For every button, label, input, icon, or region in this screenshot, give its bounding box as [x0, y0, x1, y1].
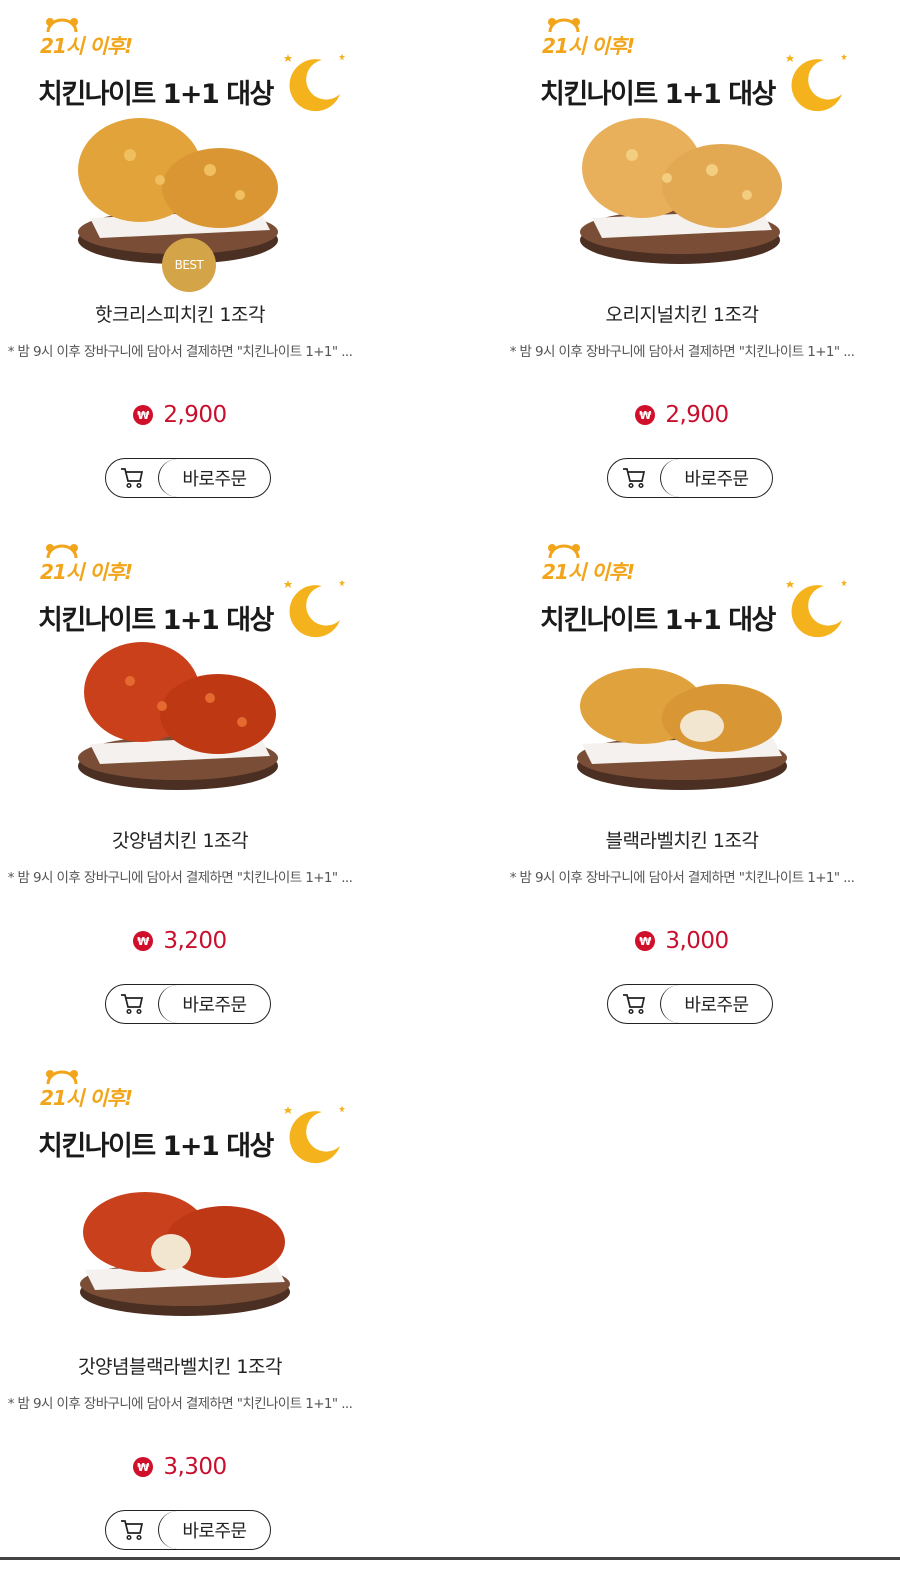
won-currency-icon: ₩ [133, 931, 154, 951]
add-to-cart-button[interactable] [106, 459, 158, 497]
product-description: * 밤 9시 이후 장바구니에 담아서 결제하면 "치킨나이트 1+1" ... [7, 344, 353, 360]
cart-icon [121, 994, 144, 1015]
product-name[interactable]: 블랙라벨치킨 1조각 [482, 826, 882, 853]
product-price: 3,000 [665, 928, 729, 954]
price-row: ₩ 3,300 [0, 1454, 380, 1480]
add-to-cart-button[interactable] [608, 459, 660, 497]
order-now-button[interactable]: 바로주문 [660, 459, 772, 497]
price-row: ₩ 3,200 [0, 928, 380, 954]
product-grid: 21시 이후! 치킨나이트 1+1 대상 BEST 핫크리스피치킨 1조각 * … [0, 0, 900, 1560]
promo-small-text: 21시 이후! [40, 34, 133, 58]
product-card[interactable]: 21시 이후! 치킨나이트 1+1 대상 갓양념치킨 1조각 * 밤 9시 이후… [0, 526, 380, 1052]
action-buttons: 바로주문 [105, 1510, 271, 1550]
product-description: * 밤 9시 이후 장바구니에 담아서 결제하면 "치킨나이트 1+1" ... [7, 870, 353, 886]
won-currency-icon: ₩ [133, 405, 154, 425]
product-name[interactable]: 핫크리스피치킨 1조각 [0, 300, 380, 327]
action-buttons: 바로주문 [607, 458, 773, 498]
seasoned-black-label-chicken-image [80, 1192, 290, 1316]
won-currency-icon: ₩ [133, 1457, 154, 1477]
action-buttons: 바로주문 [105, 984, 271, 1024]
action-buttons: 바로주문 [105, 458, 271, 498]
product-name[interactable]: 갓양념치킨 1조각 [0, 826, 380, 853]
product-card[interactable]: 21시 이후! 치킨나이트 1+1 대상 BEST 핫크리스피치킨 1조각 * … [0, 0, 380, 526]
moon-icon [284, 580, 345, 638]
won-currency-icon: ₩ [635, 405, 656, 425]
seasoned-chicken-image [78, 642, 278, 790]
best-badge: BEST [162, 238, 216, 292]
price-row: ₩ 2,900 [0, 402, 380, 428]
order-now-button[interactable]: 바로주문 [660, 985, 772, 1023]
product-card[interactable]: 21시 이후! 치킨나이트 1+1 대상 블랙라벨치킨 1조각 * 밤 9시 이… [482, 526, 882, 1052]
order-now-button[interactable]: 바로주문 [158, 459, 270, 497]
product-name[interactable]: 오리지널치킨 1조각 [482, 300, 882, 327]
product-description: * 밤 9시 이후 장바구니에 담아서 결제하면 "치킨나이트 1+1" ... [509, 870, 855, 886]
product-price: 2,900 [665, 402, 729, 428]
add-to-cart-button[interactable] [608, 985, 660, 1023]
product-card[interactable]: 21시 이후! 치킨나이트 1+1 대상 오리지널치킨 1조각 * 밤 9시 이… [482, 0, 882, 526]
product-description: * 밤 9시 이후 장바구니에 담아서 결제하면 "치킨나이트 1+1" ... [509, 344, 855, 360]
product-description: * 밤 9시 이후 장바구니에 담아서 결제하면 "치킨나이트 1+1" ... [7, 1396, 353, 1412]
order-now-button[interactable]: 바로주문 [158, 1511, 270, 1549]
add-to-cart-button[interactable] [106, 985, 158, 1023]
moon-icon [284, 54, 345, 112]
product-price: 3,300 [163, 1454, 227, 1480]
cart-icon [623, 468, 646, 489]
original-chicken-image [580, 118, 782, 264]
promo-small-text: 21시 이후! [40, 1086, 133, 1110]
won-currency-icon: ₩ [635, 931, 656, 951]
price-row: ₩ 3,000 [482, 928, 882, 954]
product-card[interactable]: 21시 이후! 치킨나이트 1+1 대상 갓양념블랙라벨치킨 1조각 * 밤 9… [0, 1052, 380, 1578]
promo-small-text: 21시 이후! [40, 560, 133, 584]
promo-small-text: 21시 이후! [542, 34, 635, 58]
product-price: 3,200 [163, 928, 227, 954]
black-label-chicken-image [577, 668, 787, 790]
product-price: 2,900 [163, 402, 227, 428]
action-buttons: 바로주문 [607, 984, 773, 1024]
cart-icon [623, 994, 646, 1015]
order-now-button[interactable]: 바로주문 [158, 985, 270, 1023]
add-to-cart-button[interactable] [106, 1511, 158, 1549]
moon-icon [786, 54, 847, 112]
cart-icon [121, 1520, 144, 1541]
cart-icon [121, 468, 144, 489]
price-row: ₩ 2,900 [482, 402, 882, 428]
product-name[interactable]: 갓양념블랙라벨치킨 1조각 [0, 1352, 380, 1379]
promo-small-text: 21시 이후! [542, 560, 635, 584]
